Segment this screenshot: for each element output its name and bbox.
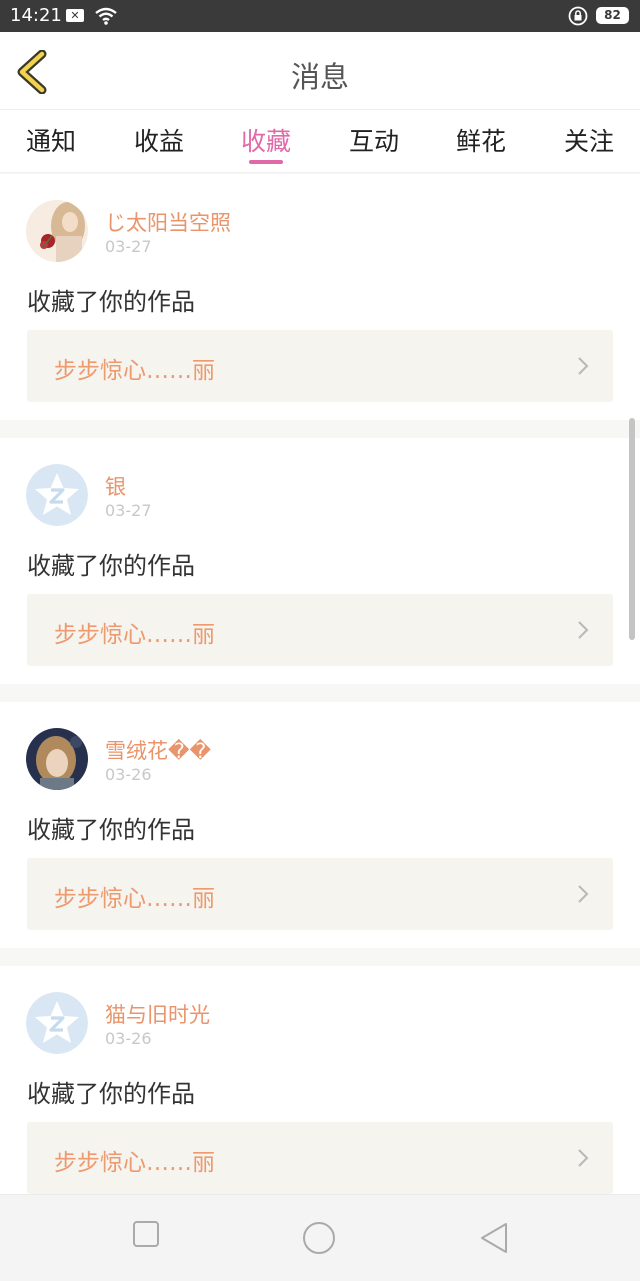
notification-icon: ✕ bbox=[66, 9, 84, 22]
action-text: 收藏了你的作品 bbox=[27, 1080, 195, 1108]
user-photo-icon bbox=[26, 728, 88, 790]
chevron-right-icon bbox=[578, 1149, 589, 1167]
avatar[interactable] bbox=[26, 200, 88, 262]
rotation-lock-icon bbox=[568, 6, 588, 26]
timestamp: 03-26 bbox=[105, 765, 152, 784]
status-time: 14:21 bbox=[10, 5, 62, 26]
tab-favorites[interactable]: 收藏 bbox=[216, 122, 316, 158]
avatar[interactable] bbox=[26, 992, 88, 1054]
home-circle-icon[interactable] bbox=[302, 1221, 336, 1255]
username[interactable]: じ太阳当空照 bbox=[105, 207, 231, 237]
tab-bar: 通知 收益 收藏 互动 鲜花 关注 bbox=[0, 110, 640, 173]
system-navigation-bar bbox=[0, 1194, 640, 1281]
timestamp: 03-27 bbox=[105, 501, 152, 520]
tab-flowers[interactable]: 鲜花 bbox=[431, 122, 531, 158]
favorites-feed: じ太阳当空照 03-27 收藏了你的作品 步步惊心……丽 银 03-27 收藏了… bbox=[0, 174, 640, 1194]
username[interactable]: 猫与旧时光 bbox=[105, 999, 210, 1029]
default-avatar-icon bbox=[26, 464, 88, 526]
work-title: 步步惊心……丽 bbox=[54, 622, 215, 648]
action-text: 收藏了你的作品 bbox=[27, 552, 195, 580]
tab-follows[interactable]: 关注 bbox=[539, 122, 639, 158]
work-link[interactable]: 步步惊心……丽 bbox=[27, 858, 613, 930]
page-title: 消息 bbox=[290, 60, 349, 94]
battery-indicator: 82 bbox=[596, 7, 629, 24]
timestamp: 03-26 bbox=[105, 1029, 152, 1048]
work-title: 步步惊心……丽 bbox=[54, 1150, 215, 1176]
chevron-right-icon bbox=[578, 885, 589, 903]
tab-interactions[interactable]: 互动 bbox=[324, 122, 424, 158]
list-item: 雪绒花�� 03-26 收藏了你的作品 步步惊心……丽 bbox=[0, 702, 640, 948]
default-avatar-icon bbox=[26, 992, 88, 1054]
tab-earnings[interactable]: 收益 bbox=[109, 122, 209, 158]
avatar[interactable] bbox=[26, 464, 88, 526]
app-header: 消息 bbox=[0, 32, 640, 110]
work-link[interactable]: 步步惊心……丽 bbox=[27, 594, 613, 666]
username[interactable]: 雪绒花�� bbox=[105, 735, 211, 765]
chevron-right-icon bbox=[578, 357, 589, 375]
wifi-icon bbox=[95, 7, 117, 25]
recent-apps-square-icon[interactable] bbox=[131, 1219, 161, 1249]
work-title: 步步惊心……丽 bbox=[54, 886, 215, 912]
list-item: 猫与旧时光 03-26 收藏了你的作品 步步惊心……丽 bbox=[0, 966, 640, 1194]
status-bar: 14:21 ✕ 82 bbox=[0, 0, 640, 32]
user-photo-icon bbox=[26, 200, 88, 262]
action-text: 收藏了你的作品 bbox=[27, 816, 195, 844]
tab-notifications[interactable]: 通知 bbox=[1, 122, 101, 158]
timestamp: 03-27 bbox=[105, 237, 152, 256]
action-text: 收藏了你的作品 bbox=[27, 288, 195, 316]
work-title: 步步惊心……丽 bbox=[54, 358, 215, 384]
avatar[interactable] bbox=[26, 728, 88, 790]
list-item: 银 03-27 收藏了你的作品 步步惊心……丽 bbox=[0, 438, 640, 684]
active-tab-indicator bbox=[249, 160, 283, 164]
back-triangle-icon[interactable] bbox=[478, 1221, 510, 1255]
work-link[interactable]: 步步惊心……丽 bbox=[27, 1122, 613, 1194]
username[interactable]: 银 bbox=[105, 471, 126, 501]
work-link[interactable]: 步步惊心……丽 bbox=[27, 330, 613, 402]
list-item: じ太阳当空照 03-27 收藏了你的作品 步步惊心……丽 bbox=[0, 174, 640, 420]
scrollbar[interactable] bbox=[629, 418, 635, 640]
chevron-right-icon bbox=[578, 621, 589, 639]
